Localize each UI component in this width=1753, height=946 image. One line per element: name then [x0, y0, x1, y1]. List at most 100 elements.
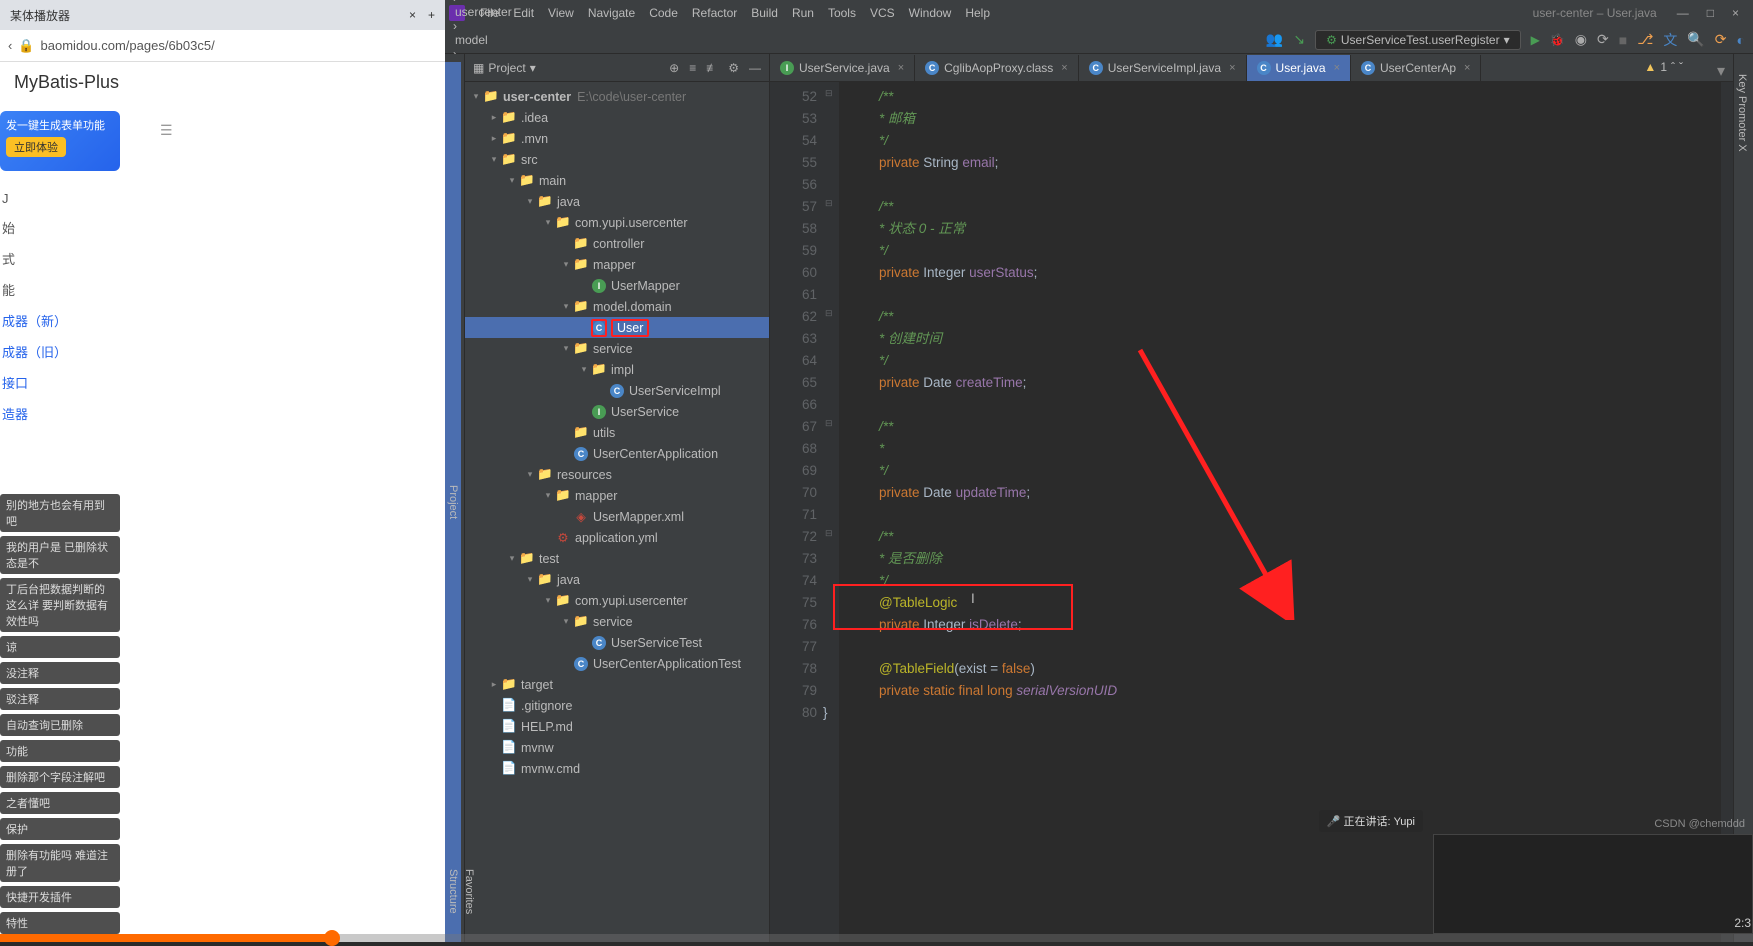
maximize-icon[interactable]: □ — [1707, 6, 1714, 20]
tree-item[interactable]: ▸📁.mvn — [465, 128, 769, 149]
close-tab-icon[interactable]: × — [1061, 62, 1067, 74]
project-tree[interactable]: ▾📁user-centerE:\code\user-center▸📁.idea▸… — [465, 82, 769, 942]
tree-item[interactable]: IUserService — [465, 401, 769, 422]
close-tab-icon[interactable]: × — [1464, 62, 1470, 74]
editor-tab[interactable]: CCglibAopProxy.class× — [915, 55, 1079, 81]
git-icon[interactable]: ⎇ — [1637, 31, 1653, 48]
menu-vcs[interactable]: VCS — [870, 6, 895, 20]
run-icon[interactable]: ▶ — [1531, 33, 1540, 47]
tree-item[interactable]: ▾📁model.domain — [465, 296, 769, 317]
hammer-icon[interactable]: ↘ — [1293, 31, 1305, 48]
doc-nav-item[interactable]: 造器 — [0, 398, 445, 429]
new-tab-icon[interactable]: + — [428, 8, 435, 22]
menu-view[interactable]: View — [548, 6, 574, 20]
tree-item[interactable]: 📄HELP.md — [465, 716, 769, 737]
collapse-icon[interactable]: ≢ — [706, 61, 718, 75]
target-icon[interactable]: ⊕ — [669, 61, 679, 75]
tree-item[interactable]: CUserCenterApplicationTest — [465, 653, 769, 674]
menu-tools[interactable]: Tools — [828, 6, 856, 20]
browser-tab[interactable]: 某体播放器 × + — [0, 0, 445, 30]
editor-tab[interactable]: CUser.java× — [1247, 55, 1351, 81]
tree-item[interactable]: 📄.gitignore — [465, 695, 769, 716]
tree-item[interactable]: 📁controller — [465, 233, 769, 254]
tree-item[interactable]: 📁utils — [465, 422, 769, 443]
tree-item[interactable]: ◈UserMapper.xml — [465, 506, 769, 527]
expand-icon[interactable]: ≡ — [689, 61, 696, 75]
inspection-badge[interactable]: ▲ 1 ˆ ˇ — [1644, 60, 1683, 74]
debug-icon[interactable]: 🐞 — [1550, 33, 1565, 47]
tree-item[interactable]: IUserMapper — [465, 275, 769, 296]
doc-nav-item[interactable]: 接口 — [0, 367, 445, 398]
stop-icon[interactable]: ■ — [1619, 32, 1627, 48]
tree-item[interactable]: CUserServiceTest — [465, 632, 769, 653]
tree-item[interactable]: ▸📁.idea — [465, 107, 769, 128]
project-tool-tab[interactable]: Project — [445, 62, 461, 942]
progress-thumb[interactable] — [324, 930, 340, 946]
doc-nav-item[interactable]: 成器（新） — [0, 305, 445, 336]
coverage-icon[interactable]: ◉ — [1575, 31, 1587, 48]
search-icon[interactable]: 🔍 — [1687, 31, 1704, 48]
breadcrumb[interactable]: model — [455, 33, 515, 47]
close-window-icon[interactable]: × — [1732, 6, 1739, 20]
video-progress-bar[interactable] — [0, 934, 1753, 942]
hide-icon[interactable]: — — [749, 61, 761, 75]
tree-item[interactable]: ▾📁service — [465, 338, 769, 359]
tree-item[interactable]: ▾📁mapper — [465, 254, 769, 275]
key-promoter-tab[interactable]: Key Promoter X — [1734, 64, 1750, 942]
chevron-down-icon[interactable]: ▾ — [530, 61, 536, 75]
tree-item[interactable]: CUserServiceImpl — [465, 380, 769, 401]
close-tab-icon[interactable]: × — [898, 62, 904, 74]
translate-icon[interactable]: 文 — [1663, 30, 1677, 50]
tree-item[interactable]: ▾📁service — [465, 611, 769, 632]
update-icon[interactable]: ⟳ — [1715, 31, 1727, 48]
menu-help[interactable]: Help — [965, 6, 990, 20]
fold-gutter[interactable]: ⊟ ⊟ ⊟ ⊟ ⊟ — [825, 82, 839, 942]
menu-navigate[interactable]: Navigate — [588, 6, 635, 20]
promo-banner[interactable]: 发一键生成表单功能 立即体验 — [0, 111, 120, 171]
tree-item[interactable]: 📄mvnw.cmd — [465, 758, 769, 779]
promo-button[interactable]: 立即体验 — [6, 137, 66, 157]
gear-icon[interactable]: ⚙ — [728, 61, 739, 75]
menu-window[interactable]: Window — [909, 6, 952, 20]
chevron-down-icon[interactable]: ▾ — [1709, 61, 1733, 81]
close-tab-icon[interactable]: × — [1229, 62, 1235, 74]
menu-code[interactable]: Code — [649, 6, 678, 20]
url-bar[interactable]: ‹ 🔒 baomidou.com/pages/6b03c5/ — [0, 30, 445, 62]
close-tab-icon[interactable]: × — [1334, 62, 1340, 74]
menu-refactor[interactable]: Refactor — [692, 6, 737, 20]
tree-item-user[interactable]: CUser — [465, 317, 769, 338]
hamburger-icon[interactable]: ☰ — [160, 122, 173, 139]
structure-tab[interactable]: Structure — [445, 861, 461, 922]
run-config-dropdown[interactable]: ⚙ UserServiceTest.userRegister ▾ — [1315, 30, 1521, 50]
avatar-icon[interactable]: ◐ — [1737, 32, 1745, 48]
tree-item[interactable]: ▾📁java — [465, 191, 769, 212]
back-icon[interactable]: ‹ — [8, 38, 12, 53]
next-highlight-icon[interactable]: ˇ — [1679, 60, 1683, 74]
doc-nav-item[interactable]: 始 — [0, 212, 445, 243]
tree-item[interactable]: ▾📁main — [465, 170, 769, 191]
doc-nav-item[interactable]: 成器（旧） — [0, 336, 445, 367]
tree-item[interactable]: ▾📁user-centerE:\code\user-center — [465, 86, 769, 107]
favorites-tab[interactable]: Favorites — [461, 861, 477, 922]
editor-tab[interactable]: CUserCenterAp× — [1351, 55, 1481, 81]
editor-tab[interactable]: IUserService.java× — [770, 55, 915, 81]
code-editor[interactable]: 5253545556575859606162636465666768697071… — [770, 82, 1733, 942]
tree-item[interactable]: ▾📁resources — [465, 464, 769, 485]
tree-item[interactable]: ⚙application.yml — [465, 527, 769, 548]
close-icon[interactable]: × — [409, 8, 416, 22]
tree-item[interactable]: ▾📁java — [465, 569, 769, 590]
doc-nav-item[interactable]: 能 — [0, 274, 445, 305]
menu-run[interactable]: Run — [792, 6, 814, 20]
tree-item[interactable]: ▸📁target — [465, 674, 769, 695]
tree-item[interactable]: ▾📁test — [465, 548, 769, 569]
scrollbar[interactable] — [1721, 82, 1733, 942]
tree-item[interactable]: ▾📁com.yupi.usercenter — [465, 212, 769, 233]
menu-build[interactable]: Build — [751, 6, 778, 20]
tree-item[interactable]: ▾📁mapper — [465, 485, 769, 506]
tree-item[interactable]: ▾📁com.yupi.usercenter — [465, 590, 769, 611]
tree-item[interactable]: ▾📁src — [465, 149, 769, 170]
doc-nav-item[interactable]: J — [0, 185, 445, 212]
prev-highlight-icon[interactable]: ˆ — [1671, 60, 1675, 74]
users-icon[interactable]: 👥 — [1266, 31, 1283, 48]
breadcrumb[interactable]: usercenter — [455, 5, 515, 19]
